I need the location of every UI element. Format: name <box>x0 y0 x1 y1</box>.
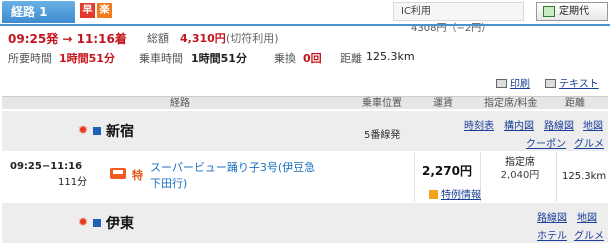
route-table-header: 経路 乗車位置 運賃 指定席/料金 距離 <box>2 96 608 109</box>
distance-label: 距離 <box>340 52 362 65</box>
print-label: 印刷 <box>510 79 530 90</box>
station-marker-icon <box>93 219 101 227</box>
sun-icon: ✹ <box>78 215 89 229</box>
station-marker-icon <box>93 127 101 135</box>
gourmet-link[interactable]: グルメ <box>574 135 604 150</box>
train-segment: 09:25−11:16 111分 特 スーパービュー踊り子3号(伊豆急下田行) … <box>2 152 608 202</box>
ic-fare-box: IC利用 4308円（−2円） <box>393 2 524 34</box>
map-link[interactable]: 地図 <box>577 209 597 224</box>
segment-time: 09:25−11:16 <box>10 161 83 172</box>
printer-icon <box>496 79 507 88</box>
departure-station-name[interactable]: 新宿 <box>106 121 134 141</box>
time-range: 09:25発 → 11:16着 <box>8 32 127 46</box>
distance-value: 125.3km <box>366 50 415 63</box>
train-name-link[interactable]: スーパービュー踊り子3号(伊豆急下田行) <box>150 160 320 192</box>
limited-express-mark: 特 <box>132 169 143 182</box>
timetable-link[interactable]: 時刻表 <box>464 117 494 132</box>
seat-fare: 2,040円 <box>500 170 540 181</box>
ride-label: 乗車時間 <box>139 52 183 65</box>
duration-label: 所要時間 <box>8 52 52 65</box>
text-link[interactable]: テキスト <box>545 75 599 90</box>
summary-row-1: 09:25発 → 11:16着 総額 4,310円 (切符利用) <box>8 30 279 47</box>
route-map-link[interactable]: 路線図 <box>537 209 567 224</box>
total-value: 4,310円 <box>180 32 226 45</box>
divider <box>556 152 557 202</box>
sun-icon: ✹ <box>78 123 89 137</box>
route-tab[interactable]: 経路 1 <box>2 1 75 23</box>
duration-value: 1時間51分 <box>59 52 115 65</box>
header-reserved: 指定席/料金 <box>484 98 538 109</box>
header-route: 経路 <box>170 98 190 109</box>
arrival-station-row: ✹ 伊東 路線図 地図 ホテル グルメ <box>2 203 608 243</box>
transfer-value: 0回 <box>303 52 322 65</box>
early-badge: 早 <box>80 3 95 18</box>
ride-value: 1時間51分 <box>191 52 247 65</box>
print-link[interactable]: 印刷 <box>496 75 530 90</box>
segment-fare: 2,270円 <box>422 164 472 178</box>
ic-label: IC利用 <box>401 6 431 17</box>
departure-platform: 5番線発 <box>364 130 401 141</box>
text-label: テキスト <box>559 79 599 90</box>
teiki-button[interactable]: 定期代 <box>536 2 608 21</box>
train-icon <box>110 168 126 179</box>
top-bar: 経路 1 早 楽 IC利用 4308円（−2円） 定期代 <box>0 0 610 34</box>
kippu-note: (切符利用) <box>226 32 279 45</box>
segment-minutes: 111分 <box>58 177 88 188</box>
coupon-link[interactable]: クーポン <box>526 135 566 150</box>
teiki-icon <box>543 6 555 17</box>
station-map-link[interactable]: 構内図 <box>504 117 534 132</box>
seat-label: 指定席 <box>505 157 535 168</box>
special-info-link[interactable]: 特例情報 <box>429 186 481 201</box>
teiki-label: 定期代 <box>559 6 589 17</box>
transfer-label: 乗換 <box>274 52 296 65</box>
map-link[interactable]: 地図 <box>583 117 603 132</box>
route-summary: 09:25発 → 11:16着 総額 4,310円 (切符利用) 所要時間 1時… <box>0 24 610 70</box>
total-label: 総額 <box>147 32 169 45</box>
hotel-link[interactable]: ホテル <box>537 227 567 242</box>
arrival-station-name[interactable]: 伊東 <box>106 213 134 233</box>
route-map-link[interactable]: 路線図 <box>544 117 574 132</box>
segment-distance: 125.3km <box>562 171 607 182</box>
cheap-badge: 楽 <box>97 3 112 18</box>
print-bar: 印刷 テキスト <box>0 70 610 92</box>
header-distance: 距離 <box>565 98 585 109</box>
document-icon <box>545 79 556 88</box>
divider <box>414 152 415 202</box>
departure-station-row: ✹ 新宿 5番線発 時刻表 構内図 路線図 地図 クーポン グルメ <box>2 111 608 151</box>
gourmet-link[interactable]: グルメ <box>574 227 604 242</box>
special-info-label: 特例情報 <box>441 190 481 201</box>
info-icon <box>429 190 438 199</box>
header-fare: 運賃 <box>433 98 453 109</box>
reserved-seat: 指定席 2,040円 <box>490 156 550 182</box>
header-position: 乗車位置 <box>362 98 402 109</box>
